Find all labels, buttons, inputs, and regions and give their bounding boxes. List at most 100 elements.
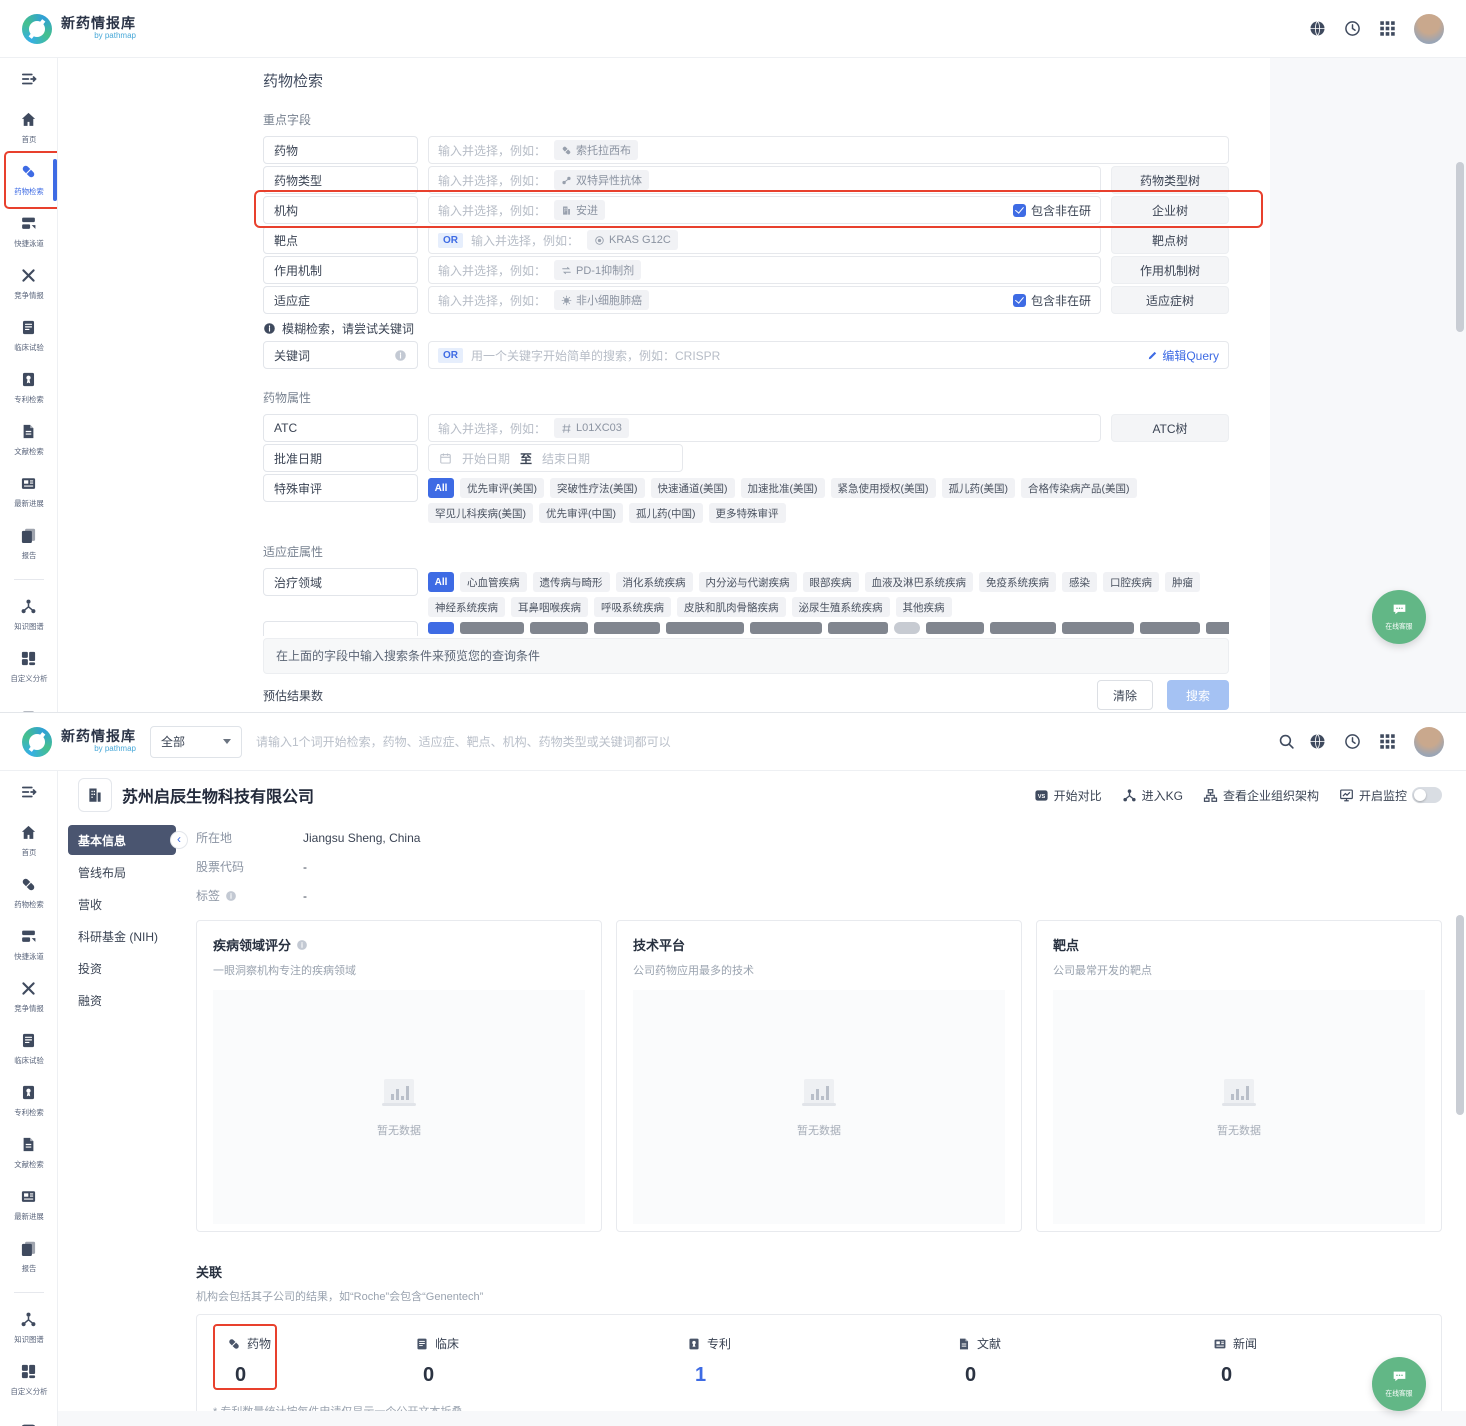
sidebar-item[interactable]: 自定义分析 xyxy=(0,1354,57,1406)
relation-stat-value[interactable]: 1 xyxy=(687,1364,943,1387)
scrollbar-track[interactable] xyxy=(1456,775,1464,1418)
monitor-toggle-row[interactable]: 开启监控 xyxy=(1339,787,1442,804)
special-review-chip[interactable]: 罕见儿科疾病(美国) xyxy=(428,503,533,523)
sidebar-item[interactable]: 专利检索 xyxy=(0,362,57,414)
special-review-chip[interactable]: 紧急使用授权(美国) xyxy=(831,478,936,498)
sidebar-item[interactable]: 知识图谱 xyxy=(0,1302,57,1354)
company-tree-button[interactable]: 企业树 xyxy=(1111,196,1229,224)
sidebar-item[interactable]: 报告 xyxy=(0,1231,57,1283)
therapy-area-chip[interactable]: 神经系统疾病 xyxy=(428,597,505,617)
collapse-sidebar-icon[interactable] xyxy=(20,783,38,801)
scrollbar-thumb[interactable] xyxy=(1456,915,1464,1115)
apps-grid-icon[interactable] xyxy=(1379,733,1396,750)
sidebar-item[interactable]: 文献检索 xyxy=(0,414,57,466)
therapy-area-chip[interactable]: 呼吸系统疾病 xyxy=(594,597,671,617)
collapse-tabs-chevron-icon[interactable] xyxy=(170,831,188,849)
company-tab[interactable]: 管线布局 xyxy=(68,857,176,887)
global-search-input[interactable] xyxy=(256,735,1264,749)
all-filter-chip[interactable]: All xyxy=(428,478,454,498)
include-inactive-checkbox[interactable]: 包含非在研 xyxy=(1013,292,1091,309)
special-review-chip[interactable]: 更多特殊审评 xyxy=(709,503,786,523)
sidebar-item[interactable]: 首页 xyxy=(0,102,57,154)
keyword-input[interactable]: OR 用一个关键字开始简单的搜索，例如：CRISPR 编辑Query xyxy=(428,341,1229,369)
drug-input[interactable]: 输入并选择，例如： 索托拉西布 xyxy=(428,136,1229,164)
special-review-chip[interactable]: 优先审评(美国) xyxy=(460,478,544,498)
sidebar-item[interactable]: 临床试验 xyxy=(0,310,57,362)
therapy-area-chip[interactable]: 口腔疾病 xyxy=(1103,572,1159,592)
enter-kg-button[interactable]: 进入KG xyxy=(1122,787,1183,804)
sidebar-item[interactable]: 知识图谱 xyxy=(0,589,57,641)
sidebar-item[interactable]: 竞争情报 xyxy=(0,971,57,1023)
special-review-chip[interactable]: 突破性疗法(美国) xyxy=(550,478,645,498)
sidebar-item[interactable]: VS xyxy=(0,693,57,712)
special-review-chip[interactable]: 快速通道(美国) xyxy=(651,478,735,498)
search-icon[interactable] xyxy=(1278,733,1295,750)
sidebar-item[interactable]: 药物检索 xyxy=(0,154,57,206)
avatar[interactable] xyxy=(1414,14,1444,44)
therapy-area-chip[interactable]: 泌尿生殖系统疾病 xyxy=(792,597,890,617)
support-fab[interactable]: 在线客服 xyxy=(1372,1357,1426,1411)
date-range-picker[interactable]: 开始日期 至 结束日期 xyxy=(428,444,683,472)
therapy-area-chip[interactable]: 耳鼻咽喉疾病 xyxy=(511,597,588,617)
sidebar-item[interactable]: 快捷泳道 xyxy=(0,206,57,258)
atc-tree-button[interactable]: ATC树 xyxy=(1111,414,1229,442)
indication-tree-button[interactable]: 适应症树 xyxy=(1111,286,1229,314)
end-date-placeholder[interactable]: 结束日期 xyxy=(542,450,590,467)
therapy-area-chip[interactable]: 消化系统疾病 xyxy=(616,572,693,592)
relation-stat-value[interactable]: 0 xyxy=(415,1364,673,1387)
sidebar-item[interactable]: 自定义分析 xyxy=(0,641,57,693)
company-tab[interactable]: 科研基金 (NIH) xyxy=(68,921,176,951)
history-icon[interactable] xyxy=(1344,20,1361,37)
therapy-area-chip[interactable]: 血液及淋巴系统疾病 xyxy=(865,572,974,592)
sidebar-item[interactable]: 最新进展 xyxy=(0,1179,57,1231)
sidebar-item[interactable]: 文献检索 xyxy=(0,1127,57,1179)
scrollbar-thumb[interactable] xyxy=(1456,162,1464,332)
include-inactive-checkbox[interactable]: 包含非在研 xyxy=(1013,202,1091,219)
start-date-placeholder[interactable]: 开始日期 xyxy=(462,450,510,467)
globe-icon[interactable] xyxy=(1309,20,1326,37)
company-tab[interactable]: 投资 xyxy=(68,953,176,983)
history-icon[interactable] xyxy=(1344,733,1361,750)
sidebar-item[interactable]: 首页 xyxy=(0,815,57,867)
relation-stat-value[interactable]: 0 xyxy=(957,1364,1199,1387)
search-button[interactable]: 搜索 xyxy=(1167,680,1229,710)
globe-icon[interactable] xyxy=(1309,733,1326,750)
therapy-area-chip[interactable]: 肿瘤 xyxy=(1165,572,1200,592)
org-chart-button[interactable]: 查看企业组织架构 xyxy=(1203,787,1319,804)
moa-tree-button[interactable]: 作用机制树 xyxy=(1111,256,1229,284)
therapy-area-chip[interactable]: 内分泌与代谢疾病 xyxy=(699,572,797,592)
indication-input[interactable]: 输入并选择，例如： 非小细胞肺癌 包含非在研 xyxy=(428,286,1101,314)
target-input[interactable]: OR 输入并选择，例如： KRAS G12C xyxy=(428,226,1101,254)
atc-input[interactable]: 输入并选择，例如： L01XC03 xyxy=(428,414,1101,442)
sidebar-item[interactable]: 报告 xyxy=(0,518,57,570)
company-tab[interactable]: 营收 xyxy=(68,889,176,919)
all-filter-chip[interactable]: All xyxy=(428,572,454,592)
avatar[interactable] xyxy=(1414,727,1444,757)
sidebar-item[interactable]: 药物检索 xyxy=(0,867,57,919)
apps-grid-icon[interactable] xyxy=(1379,20,1396,37)
therapy-area-chip[interactable]: 免疫系统疾病 xyxy=(979,572,1056,592)
collapse-sidebar-icon[interactable] xyxy=(20,70,38,88)
moa-input[interactable]: 输入并选择，例如： PD-1抑制剂 xyxy=(428,256,1101,284)
drug-type-input[interactable]: 输入并选择，例如： 双特异性抗体 xyxy=(428,166,1101,194)
therapy-area-chip[interactable]: 遗传病与畸形 xyxy=(533,572,610,592)
search-scope-select[interactable]: 全部 xyxy=(150,726,242,758)
target-tree-button[interactable]: 靶点树 xyxy=(1111,226,1229,254)
sidebar-item[interactable]: VS xyxy=(0,1406,57,1426)
company-tab[interactable]: 融资 xyxy=(68,985,176,1015)
special-review-chip[interactable]: 孤儿药(美国) xyxy=(942,478,1016,498)
clear-button[interactable]: 清除 xyxy=(1097,680,1153,710)
scrollbar-track[interactable] xyxy=(1456,62,1464,704)
therapy-area-chip[interactable]: 其他疾病 xyxy=(896,597,952,617)
or-operator-chip[interactable]: OR xyxy=(438,233,463,248)
sidebar-item[interactable]: 专利检索 xyxy=(0,1075,57,1127)
therapy-area-chip[interactable]: 感染 xyxy=(1062,572,1097,592)
sidebar-item[interactable]: 最新进展 xyxy=(0,466,57,518)
special-review-chip[interactable]: 加速批准(美国) xyxy=(741,478,825,498)
drug-type-tree-button[interactable]: 药物类型树 xyxy=(1111,166,1229,194)
monitor-toggle[interactable] xyxy=(1412,787,1442,803)
therapy-area-chip[interactable]: 心血管疾病 xyxy=(460,572,527,592)
relation-stat-value[interactable]: 0 xyxy=(227,1364,401,1387)
organization-input[interactable]: 输入并选择，例如： 安进 包含非在研 xyxy=(428,196,1101,224)
sidebar-item[interactable]: 竞争情报 xyxy=(0,258,57,310)
